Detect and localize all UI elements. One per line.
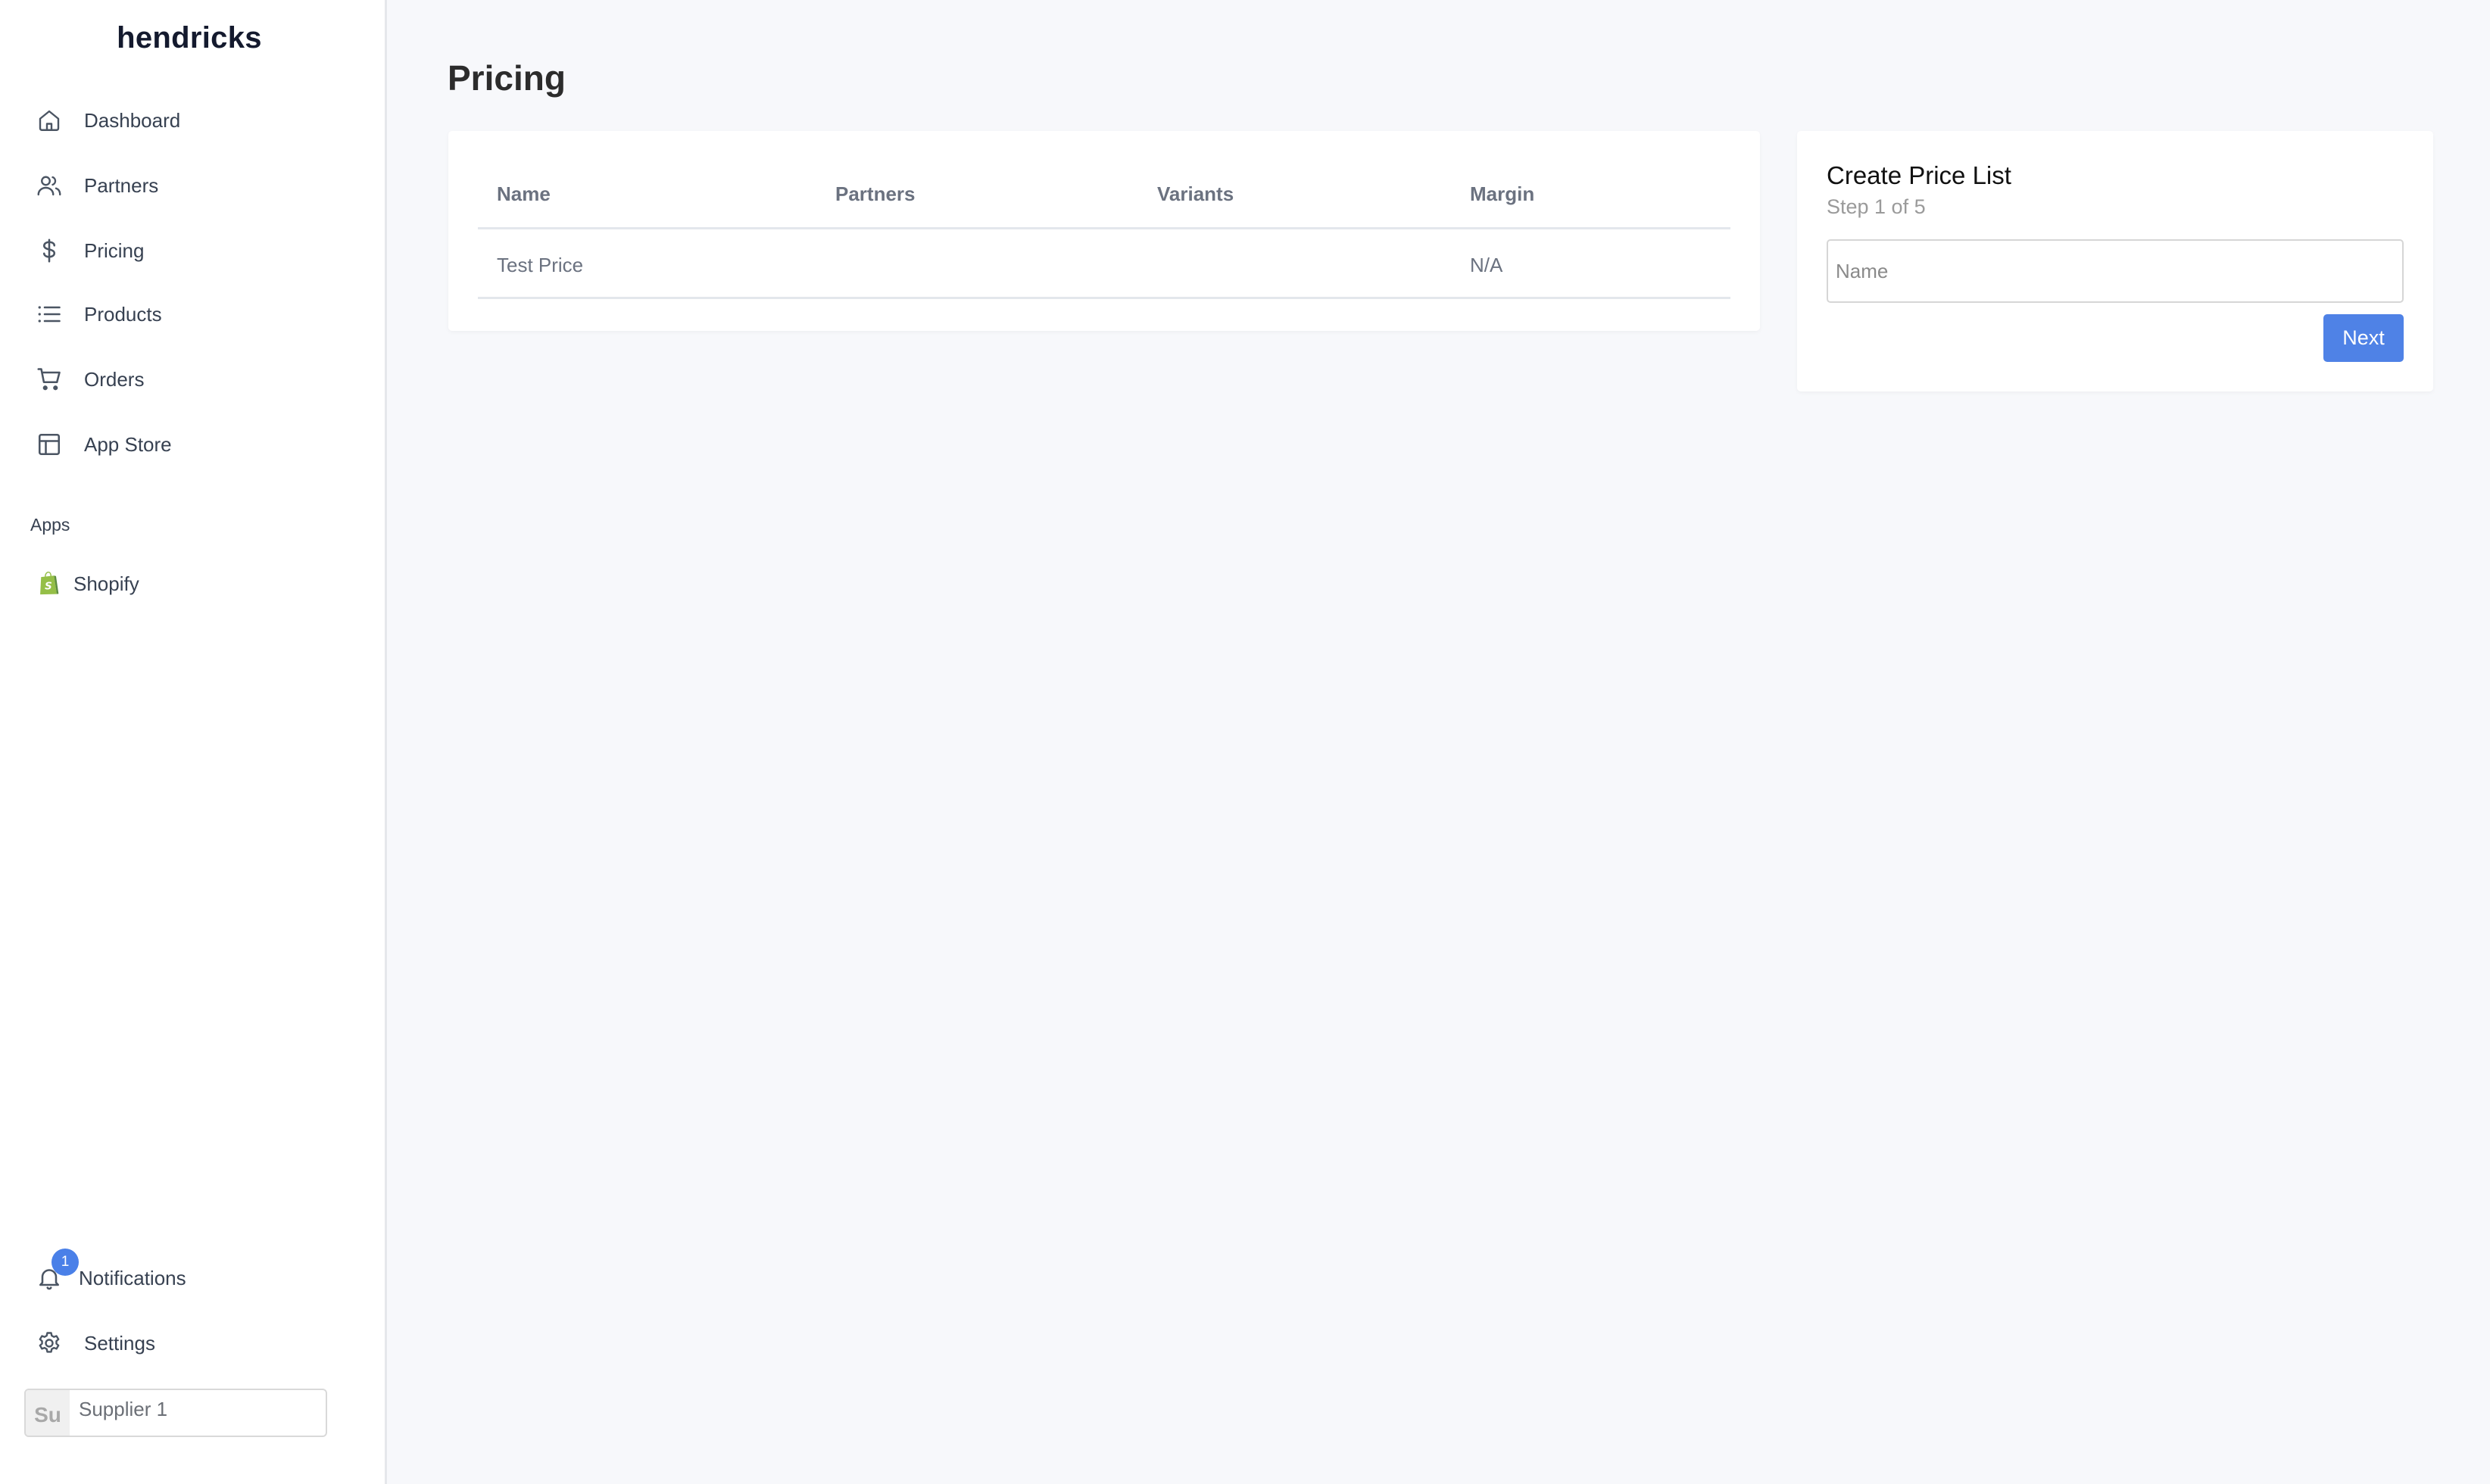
- brand-logo: hendricks: [117, 21, 262, 55]
- apps-heading: Apps: [30, 515, 70, 535]
- sidebar-app-shopify[interactable]: S Shopify: [35, 564, 353, 603]
- sidebar-item-label: Shopify: [73, 572, 139, 595]
- home-icon: [33, 104, 65, 136]
- bell-icon: 1: [33, 1249, 79, 1294]
- next-button[interactable]: Next: [2323, 314, 2404, 362]
- dollar-icon: [33, 235, 65, 267]
- sidebar-item-partners[interactable]: Partners: [30, 161, 364, 210]
- column-header-variants[interactable]: Variants: [1157, 182, 1234, 206]
- layout-icon: [33, 429, 65, 460]
- sidebar-item-label: Pricing: [84, 238, 145, 262]
- sidebar-item-label: Orders: [84, 367, 145, 391]
- table-header-row: Name Partners Variants Margin: [478, 131, 1730, 229]
- sidebar-item-dashboard[interactable]: Dashboard: [30, 96, 364, 145]
- account-switcher[interactable]: Su Supplier 1: [24, 1389, 327, 1437]
- column-header-partners[interactable]: Partners: [835, 182, 916, 206]
- create-price-list-card: Create Price List Step 1 of 5 Next: [1797, 131, 2433, 391]
- sidebar-item-notifications[interactable]: 1 Notifications: [30, 1249, 364, 1302]
- table-row[interactable]: Test Price N/A: [478, 229, 1730, 299]
- column-header-name[interactable]: Name: [497, 182, 551, 206]
- sidebar-item-label: App Store: [84, 432, 172, 456]
- price-lists-card: Name Partners Variants Margin Test Price…: [448, 131, 1760, 331]
- price-lists-table: Name Partners Variants Margin Test Price…: [478, 131, 1730, 299]
- sidebar-item-label: Dashboard: [84, 108, 181, 132]
- sidebar-item-label: Partners: [84, 173, 159, 197]
- shopify-icon: S: [37, 570, 61, 597]
- cell-name: Test Price: [497, 254, 584, 276]
- sidebar-item-label: Settings: [84, 1331, 155, 1355]
- notification-count-badge: 1: [51, 1249, 79, 1276]
- cell-margin: N/A: [1470, 254, 1503, 276]
- create-price-list-title: Create Price List: [1827, 161, 2011, 189]
- svg-text:S: S: [45, 581, 52, 593]
- account-name: Supplier 1: [79, 1398, 168, 1420]
- sidebar-item-orders[interactable]: Orders: [30, 355, 364, 404]
- cart-icon: [33, 363, 65, 395]
- column-header-margin[interactable]: Margin: [1470, 182, 1534, 206]
- list-icon: [33, 298, 65, 330]
- sidebar-item-products[interactable]: Products: [30, 290, 364, 338]
- sidebar-item-label: Products: [84, 302, 162, 326]
- page-title: Pricing: [448, 58, 566, 98]
- sidebar: hendricks Dashboard Partners Pricing Pro…: [0, 0, 387, 1484]
- avatar: Su: [26, 1390, 70, 1436]
- step-indicator: Step 1 of 5: [1827, 195, 1926, 218]
- users-icon: [33, 170, 65, 201]
- sidebar-item-app-store[interactable]: App Store: [30, 420, 364, 469]
- gear-icon: [33, 1327, 65, 1359]
- sidebar-item-settings[interactable]: Settings: [30, 1319, 364, 1367]
- sidebar-item-pricing[interactable]: Pricing: [30, 226, 364, 275]
- sidebar-item-label: Notifications: [79, 1266, 186, 1289]
- price-list-name-input[interactable]: [1827, 239, 2404, 303]
